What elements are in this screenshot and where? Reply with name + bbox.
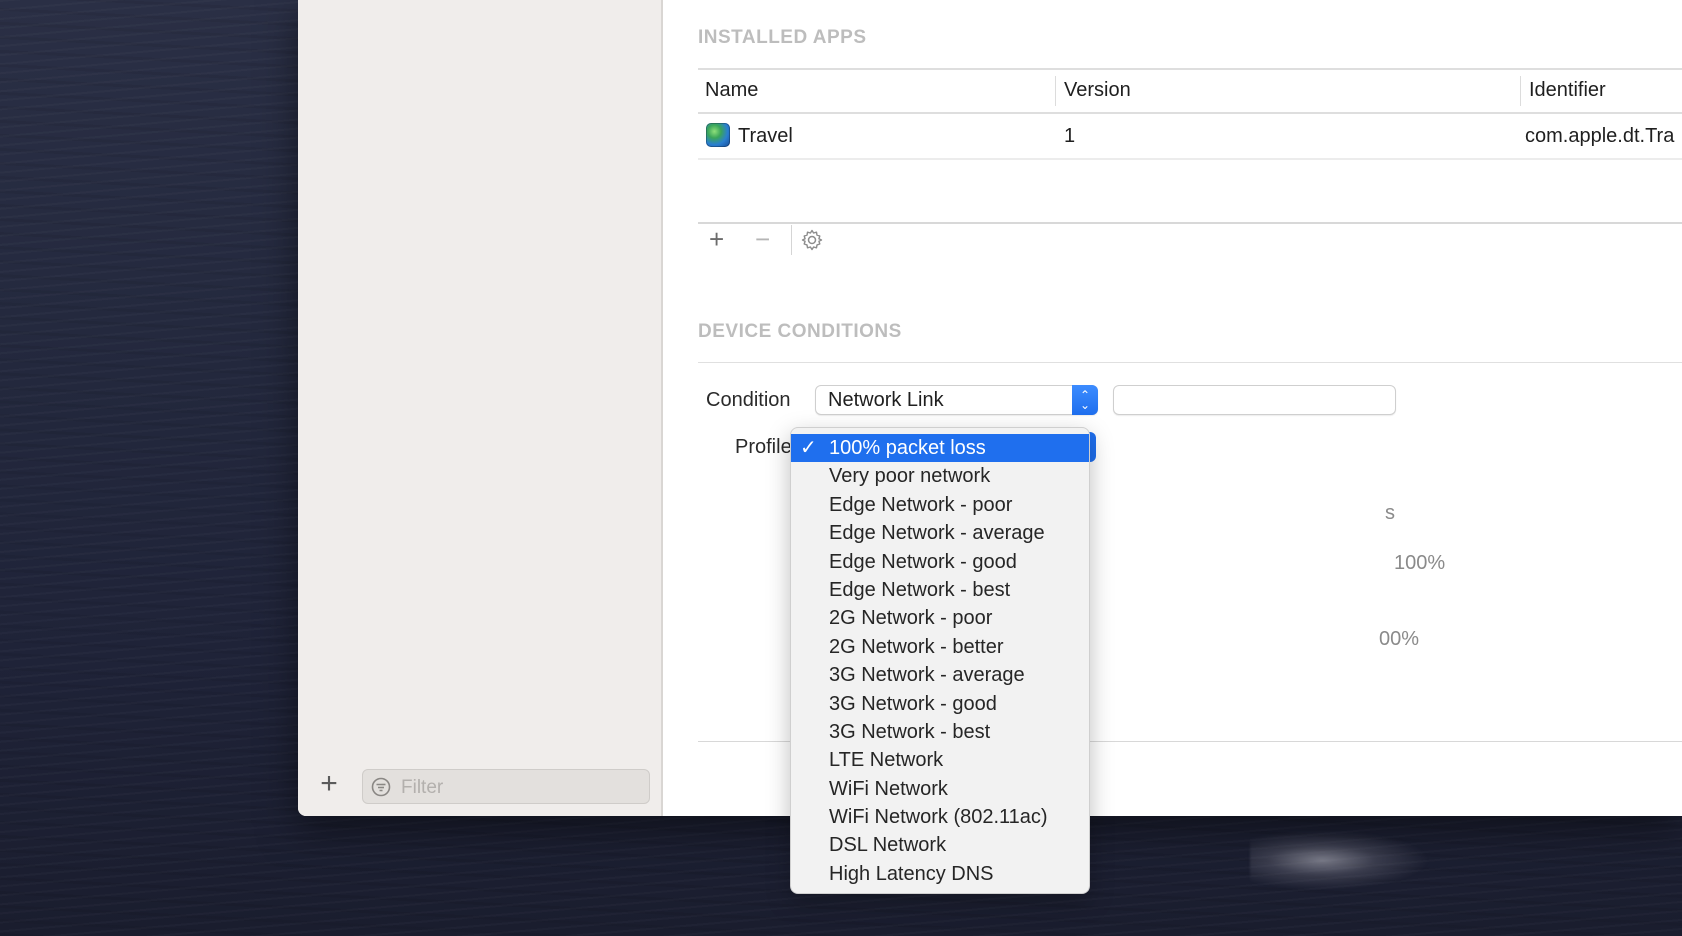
profile-menu-item[interactable]: 3G Network - good: [791, 690, 1089, 718]
profile-menu-item-label: 3G Network - best: [829, 720, 991, 743]
profile-menu-item-label: Edge Network - best: [829, 578, 1011, 601]
condition-value: Network Link: [828, 389, 944, 411]
profile-menu-item[interactable]: WiFi Network: [791, 775, 1089, 803]
device-conditions-title: DEVICE CONDITIONS: [698, 321, 902, 342]
profile-menu-item-label: Edge Network - poor: [829, 493, 1013, 516]
table-footer-divider: [698, 222, 1682, 224]
column-header-version[interactable]: Version: [1064, 79, 1131, 102]
profile-menu-item-label: WiFi Network: [829, 777, 948, 800]
condition-label: Condition: [706, 389, 791, 411]
wallpaper-rock: [1250, 830, 1430, 890]
profile-menu-item[interactable]: 3G Network - best: [791, 718, 1089, 746]
profile-menu-item[interactable]: 2G Network - better: [791, 633, 1089, 661]
profile-menu-item[interactable]: Very poor network: [791, 462, 1089, 490]
profile-menu-item-label: 2G Network - better: [829, 635, 1004, 658]
filter-placeholder: Filter: [401, 777, 444, 798]
profile-menu-item[interactable]: LTE Network: [791, 746, 1089, 774]
profile-menu-item-label: Very poor network: [829, 465, 991, 488]
toolbar-separator: [791, 225, 792, 255]
profile-menu-item[interactable]: 2G Network - poor: [791, 604, 1089, 632]
app-version: 1: [1064, 125, 1076, 147]
profile-menu-item[interactable]: Edge Network - good: [791, 548, 1089, 576]
app-identifier: com.apple.dt.Tra: [1525, 125, 1675, 147]
remove-app-button[interactable]: −: [755, 226, 770, 252]
table-header: Name Version Identifier: [698, 68, 1682, 114]
profile-menu-item[interactable]: ✓ 100% packet loss: [791, 434, 1089, 463]
chevron-up-down-icon: ⌃ ⌄: [1072, 385, 1098, 415]
app-name: Travel: [738, 125, 793, 147]
profile-menu-item[interactable]: Edge Network - average: [791, 519, 1089, 547]
filter-field[interactable]: Filter: [362, 769, 650, 804]
profile-menu-item-label: High Latency DNS: [829, 862, 994, 885]
profile-menu-item[interactable]: High Latency DNS: [791, 860, 1089, 888]
profile-menu-item-label: WiFi Network (802.11ac): [829, 806, 1048, 829]
gear-icon[interactable]: [800, 228, 824, 252]
add-device-button[interactable]: +: [316, 769, 342, 799]
profile-label: Profile: [735, 436, 792, 458]
profile-menu-item[interactable]: WiFi Network (802.11ac): [791, 803, 1089, 831]
checkmark-icon: ✓: [800, 437, 817, 459]
profile-menu-item-label: LTE Network: [829, 749, 944, 772]
filter-icon: [371, 777, 391, 797]
profile-menu-item-label: Edge Network - average: [829, 522, 1045, 545]
background-text: 100%: [1394, 552, 1446, 574]
installed-apps-title: INSTALLED APPS: [698, 27, 867, 48]
profile-menu-item-label: 3G Network - average: [829, 664, 1025, 687]
profile-menu-item-label: 2G Network - poor: [829, 607, 993, 630]
profile-menu-item-label: 100% packet loss: [829, 437, 986, 459]
installed-apps-table: Name Version Identifier Travel 1 com.app…: [698, 68, 1682, 160]
column-separator: [1055, 76, 1056, 106]
column-header-name[interactable]: Name: [705, 79, 758, 102]
profile-menu-item-label: DSL Network: [829, 834, 947, 857]
profile-menu-item[interactable]: Edge Network - best: [791, 576, 1089, 604]
table-row[interactable]: Travel 1 com.apple.dt.Tra: [698, 114, 1682, 160]
profile-menu-item[interactable]: Edge Network - poor: [791, 491, 1089, 519]
background-text: 00%: [1379, 628, 1420, 650]
condition-popup[interactable]: [1113, 385, 1396, 415]
profile-dropdown-menu: ✓ 100% packet loss Very poor network Edge N…: [790, 427, 1090, 894]
devices-sidebar: + Filter: [298, 0, 663, 816]
section-divider: [698, 362, 1682, 363]
profile-menu-item-label: 3G Network - good: [829, 692, 997, 715]
column-header-identifier[interactable]: Identifier: [1529, 79, 1606, 102]
column-separator: [1520, 76, 1521, 106]
profile-menu-item[interactable]: 3G Network - average: [791, 661, 1089, 689]
add-app-button[interactable]: +: [709, 226, 724, 252]
travel-app-icon: [706, 123, 730, 147]
profile-menu-item-label: Edge Network - good: [829, 550, 1017, 573]
condition-select[interactable]: Network Link ⌃ ⌄: [815, 385, 1098, 415]
background-text: s: [1385, 502, 1395, 524]
profile-menu-item[interactable]: DSL Network: [791, 831, 1089, 859]
